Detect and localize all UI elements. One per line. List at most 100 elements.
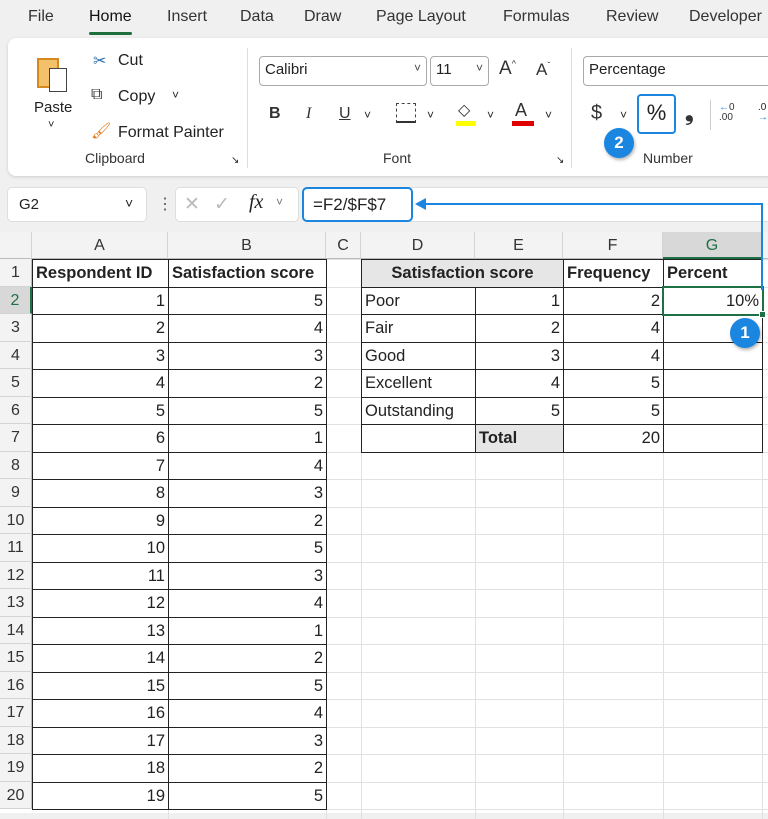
enter-icon[interactable]: ✓	[214, 193, 230, 216]
bold-button[interactable]: B	[269, 105, 281, 123]
borders-icon[interactable]	[396, 103, 416, 123]
total-cell[interactable]: 20	[563, 424, 664, 453]
increase-font-icon[interactable]: A^	[499, 58, 516, 80]
table-cell[interactable]: 4	[168, 451, 327, 480]
tab-insert[interactable]: Insert	[167, 8, 207, 26]
column-header-e[interactable]: E	[475, 232, 563, 259]
underline-button[interactable]: U	[339, 105, 351, 123]
table-cell[interactable]: 2	[168, 644, 327, 673]
header-cell[interactable]: Satisfaction score	[168, 259, 327, 288]
table-cell[interactable]: 5	[475, 396, 564, 425]
name-box[interactable]: G2 ˅	[7, 187, 147, 222]
table-cell[interactable]	[361, 424, 476, 453]
row-header-16[interactable]: 16	[0, 671, 32, 699]
fill-chevron-icon[interactable]: ˅	[487, 108, 494, 122]
table-cell[interactable]: 4	[32, 369, 169, 398]
row-header-20[interactable]: 20	[0, 781, 32, 809]
tab-home[interactable]: Home	[89, 8, 132, 35]
table-cell[interactable]: 5	[563, 396, 664, 425]
table-cell[interactable]: 5	[168, 781, 327, 810]
header-cell-merged[interactable]: Satisfaction score	[361, 259, 564, 288]
paste-icon[interactable]	[35, 52, 69, 92]
row-header-14[interactable]: 14	[0, 616, 32, 644]
table-cell[interactable]: 4	[563, 341, 664, 370]
copy-chevron-icon[interactable]: ˅	[172, 88, 179, 102]
table-cell[interactable]: 4	[475, 369, 564, 398]
paste-button[interactable]: Paste	[34, 99, 72, 116]
font-name-select[interactable]: Calibri ˅	[259, 56, 427, 86]
tab-developer[interactable]: Developer	[689, 8, 762, 26]
select-all-corner[interactable]	[0, 232, 32, 259]
tab-file[interactable]: File	[28, 8, 54, 26]
table-cell[interactable]: 13	[32, 616, 169, 645]
worksheet-grid[interactable]: A B C D E F G 1 2 3 4 5 6 7 8 9 10 11 12 13 14 15 16 17 18 19 20 Re…	[0, 232, 768, 819]
number-format-select[interactable]: Percentage	[583, 56, 768, 86]
table-cell[interactable]: Fair	[361, 314, 476, 343]
row-header-12[interactable]: 12	[0, 561, 32, 589]
row-header-8[interactable]: 8	[0, 451, 32, 479]
format-painter-button[interactable]: Format Painter	[118, 124, 224, 142]
tab-draw[interactable]: Draw	[304, 8, 341, 26]
table-cell[interactable]: 2	[168, 369, 327, 398]
tab-page-layout[interactable]: Page Layout	[376, 8, 466, 26]
table-cell[interactable]: 3	[168, 341, 327, 370]
underline-chevron-icon[interactable]: ˅	[364, 108, 371, 122]
row-header-4[interactable]: 4	[0, 341, 32, 369]
row-header-1[interactable]: 1	[0, 259, 32, 287]
insert-function-button[interactable]: fx	[249, 191, 263, 214]
row-header-18[interactable]: 18	[0, 726, 32, 754]
table-cell[interactable]: Outstanding	[361, 396, 476, 425]
more-options-icon[interactable]: ⋮	[157, 194, 173, 214]
table-cell[interactable]	[663, 424, 763, 453]
column-header-a[interactable]: A	[32, 232, 168, 259]
fill-color-icon[interactable]: ◇	[458, 100, 470, 120]
decrease-decimal-icon[interactable]: .0 →	[758, 103, 768, 123]
cut-button[interactable]: Cut	[118, 52, 143, 70]
increase-decimal-icon[interactable]: ←0.00	[719, 103, 735, 123]
currency-chevron-icon[interactable]: ˅	[620, 108, 627, 122]
tab-review[interactable]: Review	[606, 8, 658, 26]
font-color-chevron-icon[interactable]: ˅	[545, 108, 552, 122]
table-cell[interactable]: Excellent	[361, 369, 476, 398]
row-header-13[interactable]: 13	[0, 589, 32, 617]
borders-chevron-icon[interactable]: ˅	[427, 108, 434, 122]
formula-input[interactable]: =F2/$F$7	[302, 187, 413, 222]
row-header-17[interactable]: 17	[0, 699, 32, 727]
row-header-6[interactable]: 6	[0, 396, 32, 424]
table-cell[interactable]: 4	[168, 699, 327, 728]
table-cell[interactable]: 2	[475, 314, 564, 343]
font-size-select[interactable]: 11 ˅	[430, 56, 489, 86]
table-cell[interactable]: 7	[32, 451, 169, 480]
clipboard-launcher-icon[interactable]: ↘	[231, 155, 239, 166]
table-cell[interactable]: Good	[361, 341, 476, 370]
font-launcher-icon[interactable]: ↘	[556, 155, 564, 166]
table-cell[interactable]: 1	[475, 286, 564, 315]
row-header-10[interactable]: 10	[0, 506, 32, 534]
table-cell[interactable]: 2	[168, 506, 327, 535]
total-label-cell[interactable]: Total	[475, 424, 564, 453]
table-cell[interactable]: 5	[168, 534, 327, 563]
tab-data[interactable]: Data	[240, 8, 274, 26]
copy-button[interactable]: Copy	[118, 88, 155, 106]
table-cell[interactable]	[663, 396, 763, 425]
table-cell[interactable]: 4	[563, 314, 664, 343]
table-cell[interactable]: 15	[32, 671, 169, 700]
table-cell[interactable]: 1	[168, 424, 327, 453]
column-header-f[interactable]: F	[563, 232, 663, 259]
table-cell[interactable]: 18	[32, 754, 169, 783]
tab-formulas[interactable]: Formulas	[503, 8, 570, 26]
table-cell[interactable]: 2	[168, 754, 327, 783]
table-cell[interactable]: 17	[32, 726, 169, 755]
paste-chevron-icon[interactable]: ˅	[48, 119, 54, 131]
table-cell[interactable]: 4	[168, 314, 327, 343]
table-cell[interactable]: 16	[32, 699, 169, 728]
table-cell[interactable]: 19	[32, 781, 169, 810]
column-header-b[interactable]: B	[168, 232, 326, 259]
table-cell[interactable]: 14	[32, 644, 169, 673]
table-cell[interactable]: Poor	[361, 286, 476, 315]
header-cell[interactable]: Frequency	[563, 259, 664, 288]
decrease-font-icon[interactable]: Aˇ	[536, 60, 550, 80]
row-header-9[interactable]: 9	[0, 479, 32, 507]
table-cell[interactable]: 3	[475, 341, 564, 370]
font-color-icon[interactable]: A	[515, 100, 527, 121]
